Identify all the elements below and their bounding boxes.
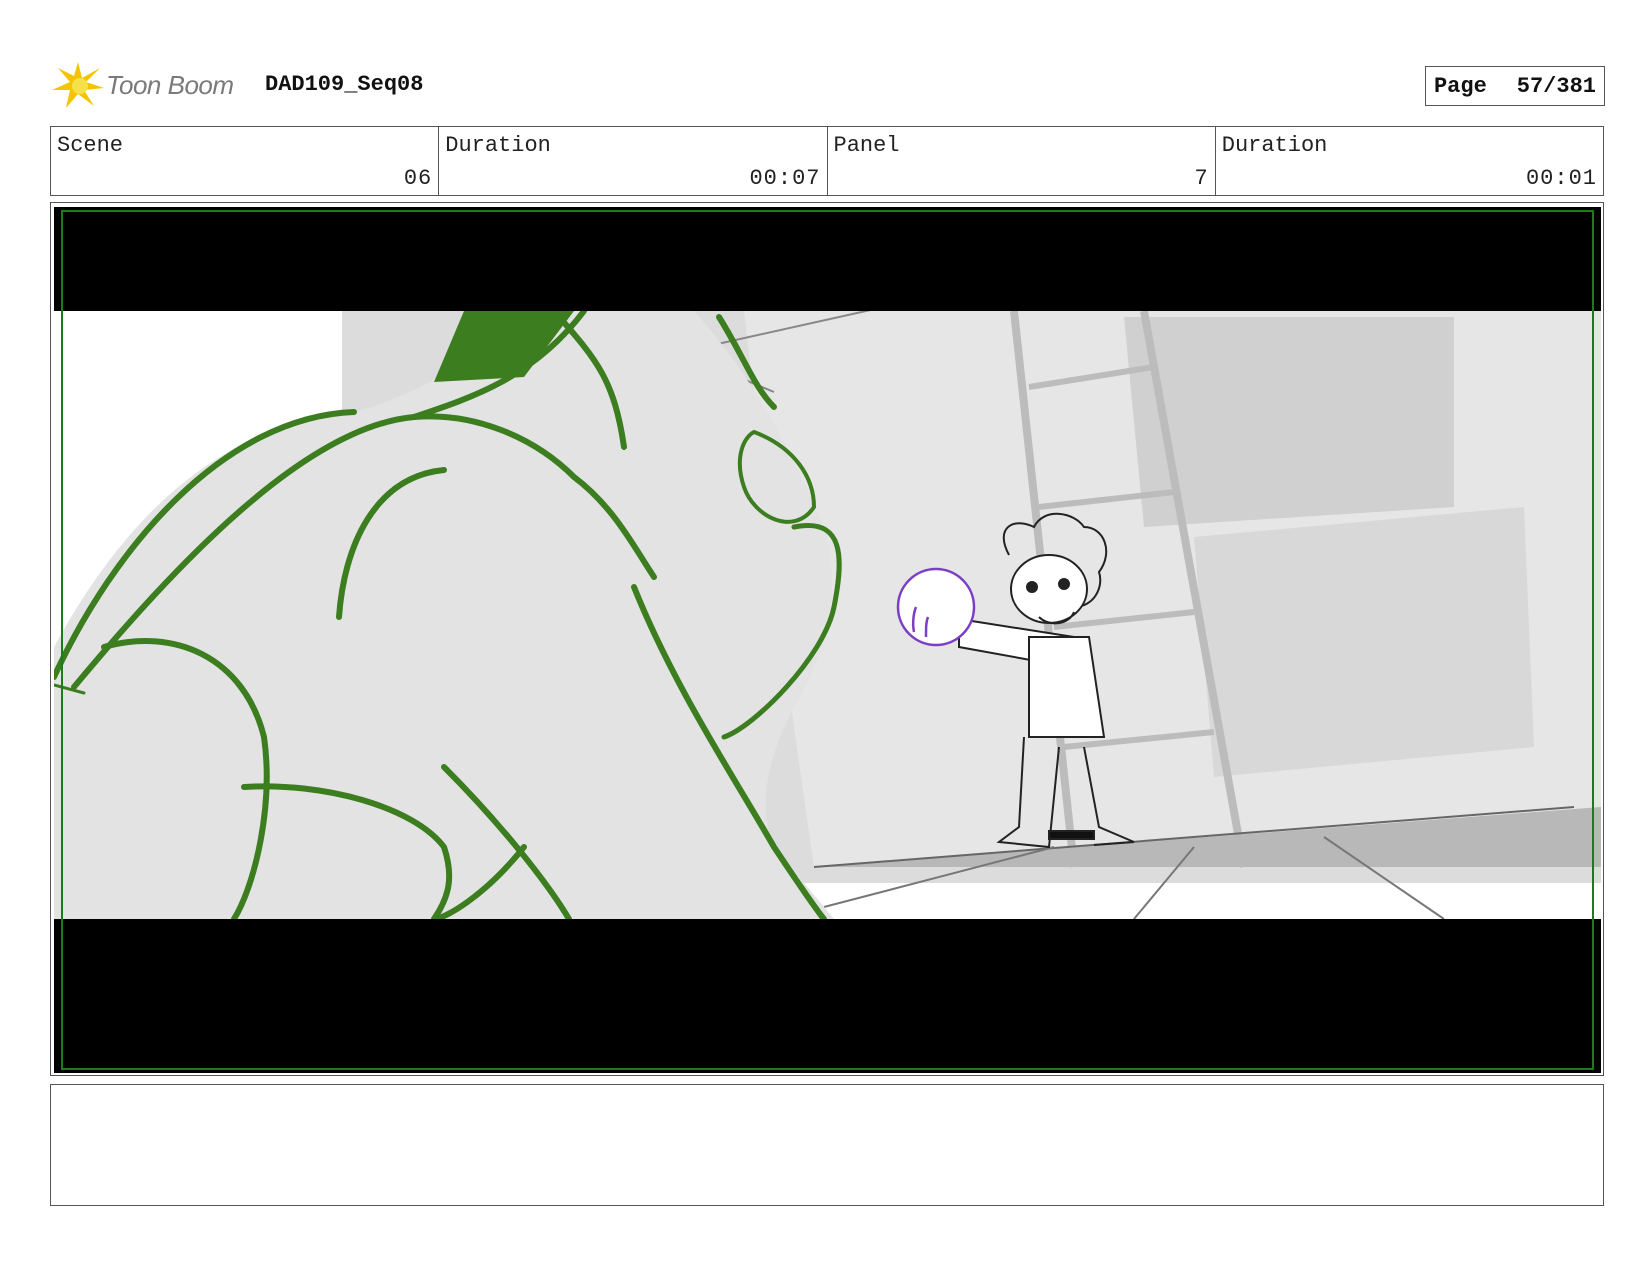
scene-duration-label: Duration — [445, 133, 551, 158]
scene-cell: Scene 06 — [51, 127, 440, 195]
starburst-icon — [52, 62, 104, 108]
scene-label: Scene — [57, 133, 124, 158]
panel-value: 7 — [1194, 166, 1209, 191]
page-number: 57/381 — [1516, 73, 1596, 99]
logo-text: Toon Boom — [106, 70, 234, 100]
panel-cell: Panel 7 — [828, 127, 1216, 195]
panel-duration-value: 00:01 — [1525, 166, 1597, 191]
page-label: Page — [1433, 73, 1487, 99]
storyboard-panel-image — [54, 207, 1601, 1073]
project-title: DAD109_Seq08 — [265, 72, 424, 97]
page-header: Toon Boom DAD109_Seq08 Page 57/381 — [50, 58, 1605, 112]
scene-info-table: Scene 06 Duration 00:07 Panel 7 Duration… — [50, 126, 1604, 196]
scene-duration-cell: Duration 00:07 — [439, 127, 828, 195]
scene-value: 06 — [403, 166, 433, 191]
panel-duration-cell: Duration 00:01 — [1216, 127, 1603, 195]
page-indicator: Page 57/381 — [1424, 66, 1605, 106]
scene-duration-value: 00:07 — [749, 166, 821, 191]
panel-notes-box[interactable] — [50, 1084, 1604, 1206]
toon-boom-logo: Toon Boom — [50, 60, 260, 110]
panel-duration-label: Duration — [1221, 133, 1328, 158]
panel-label: Panel — [833, 133, 900, 158]
